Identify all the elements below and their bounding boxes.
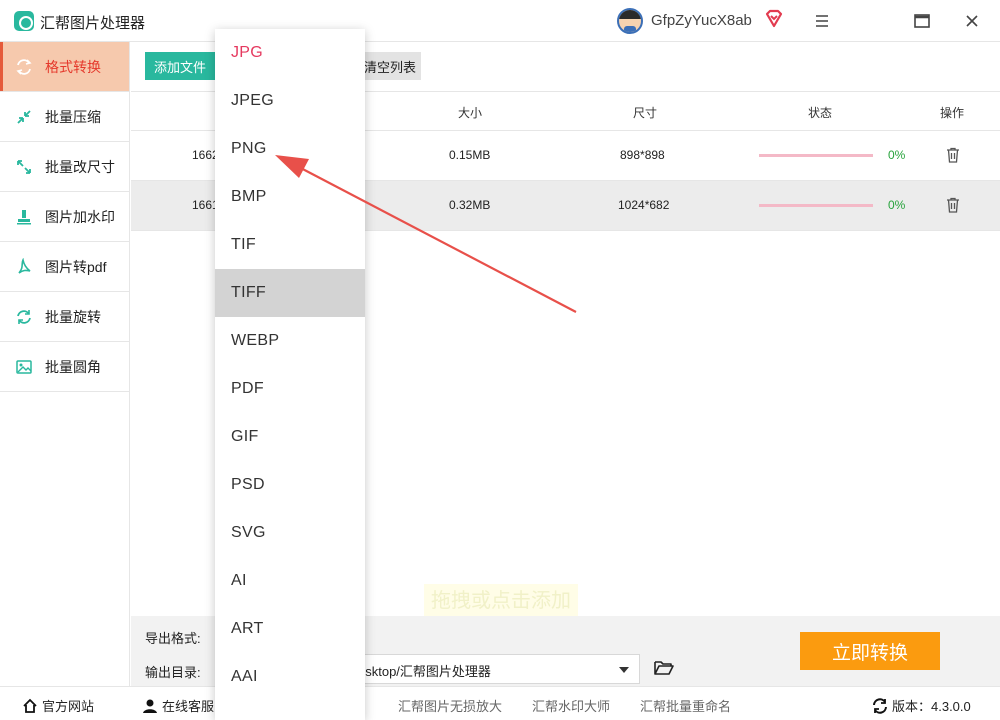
sidebar-item-label: 批量旋转: [45, 308, 101, 325]
format-option-webp[interactable]: WEBP: [215, 317, 365, 365]
progress-bar: [759, 154, 873, 157]
rounded-corner-icon: [14, 357, 34, 377]
sidebar-item-label: 批量改尺寸: [45, 158, 115, 175]
progress-percent: 0%: [888, 148, 906, 162]
convert-now-button[interactable]: 立即转换: [800, 632, 940, 670]
format-option-gif[interactable]: GIF: [215, 413, 365, 461]
vip-diamond-icon[interactable]: [763, 8, 785, 30]
format-option-ai[interactable]: AI: [215, 557, 365, 605]
menu-icon[interactable]: [812, 11, 832, 31]
format-option-art[interactable]: ART: [215, 605, 365, 653]
sidebar-item-resize[interactable]: 批量改尺寸: [0, 142, 129, 192]
app-logo-icon: [14, 11, 34, 31]
sidebar-item-label: 图片加水印: [45, 208, 115, 225]
output-directory-label: 输出目录:: [145, 665, 201, 680]
format-option-psd[interactable]: PSD: [215, 461, 365, 509]
pdf-icon: [14, 257, 34, 277]
file-size: 0.15MB: [449, 148, 491, 162]
sidebar: 格式转换 批量压缩 批量改尺寸 图片加水印 图片转pdf 批量旋转 批量圆角: [0, 42, 130, 686]
column-header-status: 状态: [808, 106, 833, 120]
sidebar-item-format-convert[interactable]: 格式转换: [0, 42, 129, 92]
export-format-label: 导出格式:: [145, 631, 201, 646]
format-option-png[interactable]: PNG: [215, 125, 365, 173]
sidebar-item-to-pdf[interactable]: 图片转pdf: [0, 242, 129, 292]
watermark-icon: [14, 207, 34, 227]
delete-icon[interactable]: [946, 197, 960, 213]
footer-support-label: 在线客服: [162, 699, 215, 714]
delete-icon[interactable]: [946, 147, 960, 163]
sidebar-item-label: 批量压缩: [45, 108, 101, 125]
resize-icon: [14, 157, 34, 177]
sidebar-item-label: 格式转换: [45, 58, 101, 75]
sidebar-item-watermark[interactable]: 图片加水印: [0, 192, 129, 242]
format-option-aai[interactable]: AAI: [215, 653, 365, 701]
format-option-tiff[interactable]: TIFF: [215, 269, 365, 317]
progress-bar: [759, 204, 873, 207]
compress-icon: [14, 107, 34, 127]
footer: 官方网站 在线客服 汇帮图片无损放大 汇帮水印大师 汇帮批量重命名 版本：4.3…: [0, 686, 1000, 720]
file-dimensions: 1024*682: [618, 198, 670, 212]
file-size: 0.32MB: [449, 198, 491, 212]
close-icon[interactable]: [962, 11, 982, 31]
folder-open-icon[interactable]: [653, 658, 675, 678]
user-icon: [143, 699, 157, 713]
title-bar: 汇帮图片处理器 GfpZyYucX8ab: [0, 0, 1000, 42]
official-website-link[interactable]: 官方网站: [22, 696, 94, 715]
footer-website-label: 官方网站: [42, 699, 95, 714]
footer-link-rename[interactable]: 汇帮批量重命名: [640, 696, 731, 715]
output-path: esktop/汇帮图片处理器: [358, 664, 491, 679]
sidebar-item-rounded-corner[interactable]: 批量圆角: [0, 342, 129, 392]
user-avatar[interactable]: [617, 8, 643, 34]
chevron-down-icon: [619, 667, 629, 673]
rotate-icon: [14, 307, 34, 327]
sidebar-item-label: 批量圆角: [45, 358, 101, 375]
format-option-svg[interactable]: SVG: [215, 509, 365, 557]
format-convert-icon: [14, 57, 34, 77]
home-icon: [23, 698, 37, 713]
footer-link-upscale[interactable]: 汇帮图片无损放大: [398, 696, 502, 715]
version-info[interactable]: 版本：4.3.0.0: [872, 696, 971, 715]
format-dropdown-list[interactable]: JPG JPEG PNG BMP TIF TIFF WEBP PDF GIF P…: [215, 29, 365, 720]
add-file-button[interactable]: 添加文件: [145, 52, 215, 80]
clear-list-button[interactable]: 清空列表: [359, 52, 421, 80]
format-option-bmp[interactable]: BMP: [215, 173, 365, 221]
column-header-action: 操作: [940, 106, 965, 120]
column-header-size: 大小: [458, 106, 483, 120]
username[interactable]: GfpZyYucX8ab: [651, 12, 752, 29]
file-dimensions: 898*898: [620, 148, 665, 162]
online-support-link[interactable]: 在线客服: [142, 696, 214, 715]
format-option-jpg[interactable]: JPG: [215, 29, 365, 77]
format-option-pdf[interactable]: PDF: [215, 365, 365, 413]
sidebar-item-label: 图片转pdf: [45, 258, 107, 275]
maximize-icon[interactable]: [912, 11, 932, 31]
footer-link-watermark[interactable]: 汇帮水印大师: [532, 696, 610, 715]
drop-hint[interactable]: 拖拽或点击添加: [424, 584, 578, 618]
column-header-dimensions: 尺寸: [633, 106, 658, 120]
refresh-icon: [873, 697, 887, 714]
version-label: 版本：4.3.0.0: [892, 699, 971, 714]
progress-percent: 0%: [888, 198, 906, 212]
format-option-jpeg[interactable]: JPEG: [215, 77, 365, 125]
sidebar-item-rotate[interactable]: 批量旋转: [0, 292, 129, 342]
app-title: 汇帮图片处理器: [40, 15, 146, 32]
format-option-tif[interactable]: TIF: [215, 221, 365, 269]
sidebar-item-compress[interactable]: 批量压缩: [0, 92, 129, 142]
